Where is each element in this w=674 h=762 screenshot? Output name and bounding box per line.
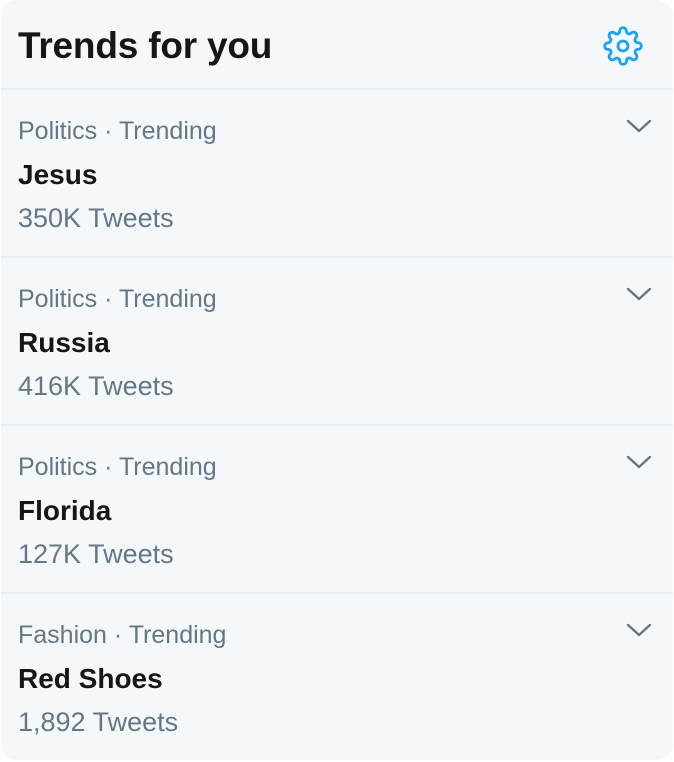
settings-button[interactable] [601, 24, 645, 68]
trend-name: Russia [18, 327, 110, 358]
trend-context: Politics · Trending [18, 452, 217, 482]
trend-separator: · [97, 285, 119, 313]
trend-category: Politics [18, 285, 98, 313]
trends-panel: Trends for you Politics · Trending Jesus… [1, 0, 673, 760]
trend-name: Florida [18, 495, 112, 526]
trend-tweet-count: 127K Tweets [18, 539, 174, 569]
trend-menu-button[interactable] [621, 448, 657, 476]
trend-context: Politics · Trending [18, 116, 217, 146]
chevron-down-icon [626, 119, 652, 133]
trend-status: Trending [118, 453, 217, 481]
trend-category: Politics [18, 453, 98, 481]
trend-tweet-count: 350K Tweets [18, 203, 174, 233]
trend-status: Trending [118, 285, 217, 313]
trend-item-red-shoes[interactable]: Fashion · Trending Red Shoes 1,892 Tweet… [1, 594, 673, 760]
trend-item-florida[interactable]: Politics · Trending Florida 127K Tweets [1, 426, 673, 594]
trend-tweet-count: 416K Tweets [18, 371, 174, 401]
trend-separator: · [97, 117, 119, 145]
chevron-down-icon [626, 623, 652, 637]
trend-separator: · [106, 621, 129, 649]
trend-menu-button[interactable] [621, 280, 657, 308]
trend-status: Trending [128, 621, 227, 649]
trends-header: Trends for you [1, 0, 673, 90]
trend-category: Fashion [18, 621, 107, 649]
trend-name: Jesus [18, 159, 98, 190]
trend-name: Red Shoes [18, 663, 163, 694]
trend-status: Trending [118, 117, 217, 145]
trend-item-russia[interactable]: Politics · Trending Russia 416K Tweets [1, 258, 673, 426]
chevron-down-icon [626, 455, 652, 469]
panel-title: Trends for you [18, 25, 273, 66]
trend-separator: · [97, 453, 119, 481]
trend-tweet-count: 1,892 Tweets [18, 707, 179, 737]
trend-category: Politics [18, 117, 98, 145]
trend-menu-button[interactable] [621, 112, 657, 140]
trend-item-jesus[interactable]: Politics · Trending Jesus 350K Tweets [1, 90, 673, 258]
gear-icon [603, 26, 643, 66]
trend-context: Fashion · Trending [18, 620, 226, 650]
trend-menu-button[interactable] [621, 616, 657, 644]
chevron-down-icon [626, 287, 652, 301]
trend-context: Politics · Trending [18, 284, 217, 314]
